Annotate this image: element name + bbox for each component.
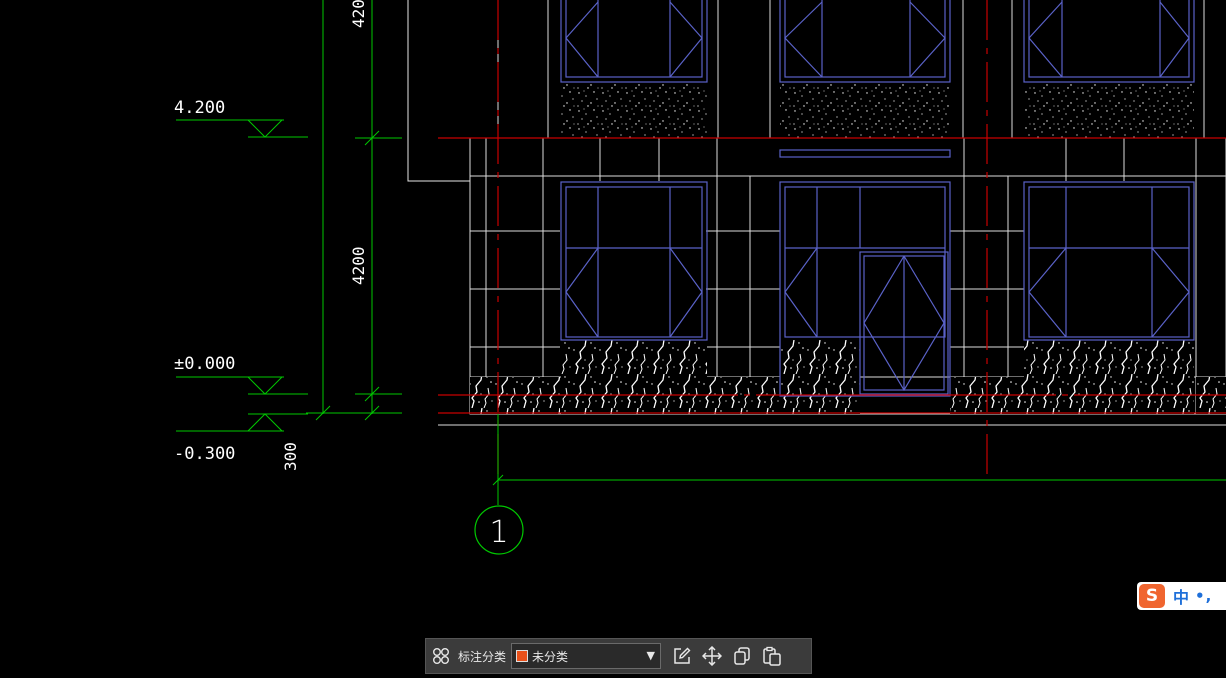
- grid-icon: [433, 648, 449, 664]
- category-select[interactable]: 未分类 ▼: [511, 643, 662, 669]
- move-button[interactable]: [697, 641, 727, 671]
- edit-icon: [674, 647, 691, 664]
- ime-status-bar[interactable]: S 中 •,: [1137, 582, 1226, 610]
- sogou-logo-icon[interactable]: S: [1139, 584, 1165, 608]
- ime-punct-toggle[interactable]: •,: [1195, 587, 1212, 605]
- dimension-chain[interactable]: [306, 0, 402, 421]
- move-icon: [702, 646, 723, 666]
- rock-hatch[interactable]: [470, 340, 1226, 414]
- dimension-text-bottom: 300: [281, 442, 300, 471]
- category-label: 标注分类: [458, 649, 507, 664]
- ime-mode-toggle[interactable]: 中: [1173, 584, 1189, 608]
- paste-button[interactable]: [757, 641, 787, 671]
- paste-icon: [763, 646, 781, 666]
- annotation-toolbar: 标注分类 未分类 ▼: [425, 638, 812, 674]
- level-text-ground: ±0.000: [174, 354, 235, 374]
- copy-button[interactable]: [727, 641, 757, 671]
- edit-button[interactable]: [667, 641, 697, 671]
- level-text-upper: 4.200: [174, 98, 225, 118]
- level-marker-upper[interactable]: 4.200: [174, 98, 308, 138]
- level-marker-ground[interactable]: ±0.000: [174, 354, 308, 395]
- level-text-below: -0.300: [174, 444, 235, 464]
- axis-bubble[interactable]: 1: [474, 505, 524, 555]
- copy-icon: [734, 647, 750, 665]
- dropdown-arrow-icon: ▼: [646, 649, 656, 662]
- wall-outline[interactable]: [407, 0, 470, 182]
- windows[interactable]: [560, 0, 1195, 397]
- category-color-swatch: [516, 650, 529, 662]
- axis-line[interactable]: [492, 414, 1226, 505]
- dimension-text-top: 4200: [349, 0, 368, 28]
- category-value: 未分类: [532, 649, 569, 664]
- dimension-text-middle: 4200: [349, 246, 368, 285]
- axis-label: 1: [489, 515, 508, 550]
- stone-hatch[interactable]: [561, 84, 1194, 138]
- cad-drawing-canvas[interactable]: 4.200 ±0.000 -0.300 4200 4200 300 1: [0, 0, 1226, 678]
- grid-button[interactable]: [426, 641, 456, 671]
